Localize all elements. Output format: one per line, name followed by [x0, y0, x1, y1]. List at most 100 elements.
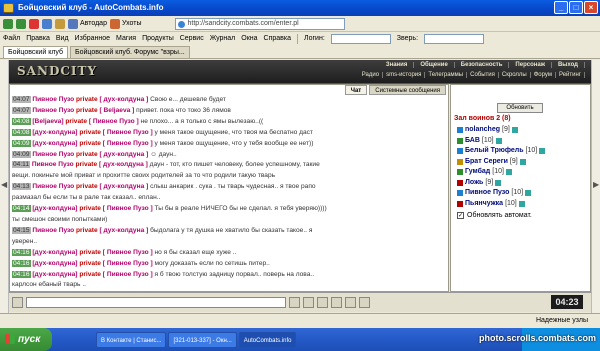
- address-bar[interactable]: http://sandcity.combats.com/enter.pl: [174, 17, 345, 30]
- player-row[interactable]: Пивное Пузо [10]: [457, 188, 591, 199]
- nav-sms-history[interactable]: sms-история: [383, 72, 426, 78]
- message-sender[interactable]: [дух-колдуна]: [32, 140, 77, 147]
- player-name[interactable]: Гумбад: [465, 167, 490, 178]
- tab-chat[interactable]: Чат: [344, 85, 368, 95]
- info-icon[interactable]: [495, 179, 502, 186]
- menu-products[interactable]: Продукты: [142, 35, 174, 42]
- message-recipient[interactable]: [ дух-колдуна ]: [100, 227, 149, 234]
- tab-combats[interactable]: Бойцовский клуб: [3, 46, 69, 58]
- message-recipient[interactable]: [ Пивное Пузо ]: [103, 260, 153, 267]
- player-row[interactable]: Белый Трюфель [10]: [457, 146, 591, 157]
- left-arrow-icon[interactable]: ◀: [1, 180, 7, 189]
- filter-icon[interactable]: [317, 297, 328, 308]
- message-sender[interactable]: Пивное Пузо: [32, 96, 74, 103]
- menu-edit[interactable]: Правка: [26, 35, 50, 42]
- player-row[interactable]: Пьянчужка [10]: [457, 199, 591, 210]
- nav-telegrams[interactable]: Телеграммы: [425, 72, 468, 78]
- message-recipient[interactable]: [ Пивное Пузо ]: [103, 271, 153, 278]
- tab-system-messages[interactable]: Системные сообщения: [369, 85, 446, 95]
- message-recipient[interactable]: [ Пивное Пузо ]: [89, 118, 139, 125]
- message-recipient[interactable]: [ дух-колдуна ]: [100, 96, 149, 103]
- nav-scrolls[interactable]: Скроллы: [499, 72, 531, 78]
- message-sender[interactable]: [дух-колдуна]: [32, 205, 77, 212]
- menu-file[interactable]: Файл: [3, 35, 20, 42]
- message-recipient[interactable]: [ Пивное Пузо ]: [103, 205, 153, 212]
- nav-events[interactable]: События: [467, 72, 499, 78]
- player-name[interactable]: Белый Трюфель: [465, 146, 524, 157]
- player-row[interactable]: Гумбад [10]: [457, 167, 591, 178]
- task-autocombats[interactable]: AutoCombats.info: [238, 331, 297, 348]
- task-vkontakte[interactable]: В Контакте | Станис...: [96, 331, 167, 348]
- auto-refresh-checkbox[interactable]: ✓: [457, 212, 464, 219]
- player-row[interactable]: nolancheg [9]: [457, 125, 591, 136]
- back-icon[interactable]: [3, 18, 13, 29]
- clear-icon[interactable]: [303, 297, 314, 308]
- menu-favorites[interactable]: Избранное: [75, 35, 110, 42]
- task-icq[interactable]: [321-013-337] - Окн...: [168, 331, 237, 348]
- player-name[interactable]: Пивное Пузо: [465, 188, 509, 199]
- info-icon[interactable]: [518, 200, 525, 207]
- nav-security[interactable]: Безопасность: [455, 62, 510, 68]
- menu-magic[interactable]: Магия: [116, 35, 136, 42]
- options-icon[interactable]: [359, 297, 370, 308]
- close-button[interactable]: ×: [584, 1, 598, 14]
- nav-communication[interactable]: Общение: [414, 62, 455, 68]
- message-recipient[interactable]: [ Beljaeva ]: [100, 107, 135, 114]
- nav-rating[interactable]: Рейтинг: [556, 72, 585, 78]
- maximize-button[interactable]: □: [569, 1, 583, 14]
- translit-icon[interactable]: [331, 297, 342, 308]
- message-recipient[interactable]: [ дух-колдуна ]: [100, 151, 149, 158]
- player-name[interactable]: Брат Сереги: [465, 157, 508, 168]
- message-sender[interactable]: [дух-колдуна]: [32, 129, 77, 136]
- message-sender[interactable]: Пивное Пузо: [32, 183, 74, 190]
- message-sender[interactable]: [дух-колдуна]: [32, 271, 77, 278]
- stop-icon[interactable]: [29, 18, 39, 29]
- tab-forum[interactable]: Бойцовский клуб. Форумс "взры...: [70, 46, 190, 58]
- player-name[interactable]: nolancheg: [465, 125, 500, 136]
- menu-help[interactable]: Справка: [264, 35, 291, 42]
- info-icon[interactable]: [525, 190, 532, 197]
- chat-input[interactable]: [26, 297, 286, 308]
- info-icon[interactable]: [519, 158, 526, 165]
- nav-forum[interactable]: Форум: [531, 72, 556, 78]
- autodar-button[interactable]: Автодар: [68, 18, 107, 29]
- login-input[interactable]: [330, 33, 391, 44]
- nav-radio[interactable]: Радио: [359, 72, 384, 78]
- message-sender[interactable]: [дух-колдуна]: [32, 260, 77, 267]
- nav-exit[interactable]: Выход: [552, 62, 585, 68]
- send-icon[interactable]: [289, 297, 300, 308]
- message-sender[interactable]: Пивное Пузо: [32, 161, 74, 168]
- uhoty-button[interactable]: Ухоты: [109, 18, 142, 29]
- player-name[interactable]: Пьянчужка: [465, 199, 503, 210]
- message-recipient[interactable]: [ Пивное Пузо ]: [103, 129, 153, 136]
- message-recipient[interactable]: [ Пивное Пузо ]: [103, 140, 153, 147]
- player-row[interactable]: БАВ [10]: [457, 136, 591, 147]
- refresh-button[interactable]: Обновить: [497, 103, 543, 113]
- home-icon[interactable]: [55, 18, 65, 29]
- message-sender[interactable]: [Beljaeva]: [32, 118, 63, 125]
- message-sender[interactable]: Пивное Пузо: [32, 227, 74, 234]
- smiley-icon[interactable]: [12, 297, 23, 308]
- player-row[interactable]: Ложь [9]: [457, 178, 591, 189]
- menu-windows[interactable]: Окна: [241, 35, 257, 42]
- forward-icon[interactable]: [16, 18, 26, 29]
- message-sender[interactable]: [дух-колдуна]: [32, 249, 77, 256]
- message-recipient[interactable]: [ дух-колдуна ]: [100, 183, 149, 190]
- player-name[interactable]: Ложь: [465, 178, 483, 189]
- right-arrow-icon[interactable]: ▶: [593, 180, 599, 189]
- minimize-button[interactable]: _: [554, 1, 568, 14]
- refresh-icon[interactable]: [42, 18, 52, 29]
- message-sender[interactable]: Пивное Пузо: [32, 151, 74, 158]
- player-row[interactable]: Брат Сереги [9]: [457, 157, 591, 168]
- sound-icon[interactable]: [345, 297, 356, 308]
- info-icon[interactable]: [495, 137, 502, 144]
- nav-character[interactable]: Персонаж: [509, 62, 552, 68]
- info-icon[interactable]: [505, 169, 512, 176]
- info-icon[interactable]: [511, 127, 518, 134]
- nav-knowledge[interactable]: Знания: [380, 62, 415, 68]
- message-sender[interactable]: Пивное Пузо: [32, 107, 74, 114]
- info-icon[interactable]: [539, 148, 546, 155]
- menu-service[interactable]: Сервис: [180, 35, 204, 42]
- message-recipient[interactable]: [ Пивное Пузо ]: [103, 249, 153, 256]
- auto-refresh[interactable]: ✓ Обновлять автомат.: [457, 212, 532, 219]
